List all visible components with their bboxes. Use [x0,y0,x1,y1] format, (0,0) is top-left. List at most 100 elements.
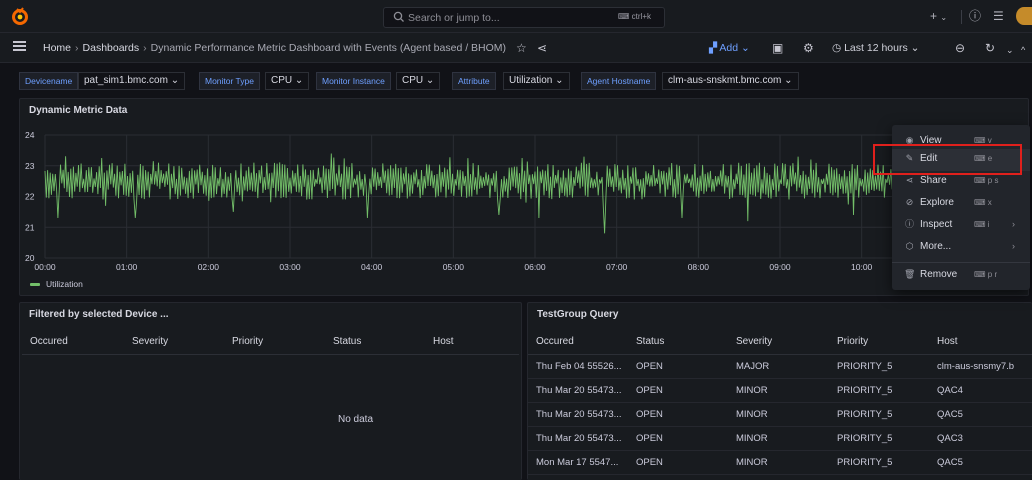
cell-occured: Thu Feb 04 55526... [528,354,628,379]
breadcrumb-dashboards[interactable]: Dashboards [83,42,140,54]
cell-status: OPEN [628,426,728,451]
column-header-occured[interactable]: Occured [528,330,628,355]
refresh-icon[interactable]: ↻ [985,41,995,55]
table-row[interactable]: Thu Mar 20 55473... OPEN MINOR PRIORITY_5 QA… [528,426,1032,451]
cell-severity: MINOR [728,450,829,475]
menu-item-label: Explore [920,197,954,208]
column-header-priority[interactable]: Priority [224,330,325,355]
cell-occured: Thu Mar 20 55473... [528,402,628,427]
menu-item-inspect[interactable]: ⓘ Inspect ⌨ i › [892,215,1030,237]
cell-priority: PRIORITY_5 [829,402,929,427]
var-select-agent-hostname[interactable]: clm-aus-snskmt.bmc.com ⌄ [662,72,799,90]
menu-divider [892,262,1030,263]
help-icon[interactable]: ⓘ [969,9,981,23]
keyboard-shortcut: ⌨ p r [974,270,998,279]
cell-host: QAC5 [929,450,1032,475]
cell-host: QAC4 [929,378,1032,403]
column-header-status[interactable]: Status [325,330,425,355]
x-tick-label: 08:00 [688,262,710,272]
zoom-out-icon[interactable]: ⊖ [955,41,965,55]
var-select-attribute[interactable]: Utilization ⌄ [503,72,570,90]
var-value-monitor-type: CPU [271,75,293,86]
share-icon: ⋖ [905,175,914,185]
x-tick-label: 01:00 [116,262,138,272]
trash-icon: 🗑 [904,269,916,279]
x-tick-label: 10:00 [851,262,873,272]
dashboard-nav-bar: Home › Dashboards › Dynamic Performance Metr… [0,33,1032,63]
table-row[interactable]: Thu Feb 04 55526... OPEN MAJOR PRIORITY_5 cl… [528,354,1032,379]
search-placeholder: Search or jump to... [408,12,500,24]
var-select-devicename[interactable]: pat_sim1.bmc.com ⌄ [78,72,186,90]
breadcrumb-home[interactable]: Home [43,42,71,54]
search-shortcut-text: ctrl+k [631,12,651,21]
menu-item-more[interactable]: ⬡ More... › [892,237,1030,259]
cell-host: clm-aus-snsmy7.b [929,354,1032,379]
column-header-host[interactable]: Host [425,330,519,355]
breadcrumb: Home › Dashboards › Dynamic Performance Metr… [43,42,506,54]
cell-severity: MINOR [728,378,829,403]
keyboard-shortcut: ⌨ x [974,198,992,207]
column-header-host[interactable]: Host [929,330,1032,355]
var-select-monitor-type[interactable]: CPU ⌄ [265,72,310,90]
no-data-message: No data [338,414,374,425]
add-button[interactable]: ▞ Add ⌄ [709,42,750,54]
plus-icon[interactable]: + ⌄ [930,9,947,25]
chart-legend[interactable]: Utilization [30,279,83,289]
var-value-attribute: Utilization [509,75,553,86]
table-row[interactable]: Mon Mar 17 5547... OPEN MINOR PRIORITY_5 QAC… [528,450,1032,475]
var-label-devicename: Devicename [19,72,79,90]
chevron-down-icon[interactable]: ⌄ [1006,43,1014,57]
search-input[interactable]: Search or jump to... ⌨ ctrl+k [383,7,665,28]
chevron-down-icon: ⌄ [940,13,948,22]
x-tick-label: 04:00 [361,262,383,272]
var-value-devicename: pat_sim1.bmc.com [84,75,168,86]
keyboard-shortcut: ⌨ p s [974,176,999,185]
menu-item-explore[interactable]: ⊘ Explore ⌨ x [892,193,1030,215]
chevron-up-icon[interactable]: ^ [1021,43,1025,57]
avatar[interactable] [1016,7,1032,25]
menu-icon[interactable] [13,41,26,51]
column-header-status[interactable]: Status [628,330,728,355]
table-header-row: Occured Status Severity Priority Host [528,330,1032,355]
save-icon[interactable]: ▣ [772,41,783,55]
add-button-label: Add [719,42,739,54]
cell-occured: Thu Mar 20 55473... [528,426,628,451]
star-icon[interactable]: ☆ [516,41,527,55]
chevron-right-icon: › [1012,241,1015,251]
x-tick-label: 03:00 [279,262,301,272]
share-icon[interactable]: ⋖ [537,41,547,55]
column-header-occured[interactable]: Occured [22,330,124,355]
var-select-monitor-instance[interactable]: CPU ⌄ [396,72,441,90]
legend-swatch [30,283,40,287]
cell-status: OPEN [628,354,728,379]
menu-item-remove[interactable]: 🗑 Remove ⌨ p r [892,265,1030,287]
table-row[interactable]: Thu Mar 20 55473... OPEN MINOR PRIORITY_5 QA… [528,402,1032,427]
time-range-label: Last 12 hours [844,42,908,54]
rss-icon[interactable]: ☰ [993,9,1004,23]
cube-icon: ⬡ [905,241,914,251]
menu-item-label: Inspect [920,219,953,230]
cell-occured: Mon Mar 17 5547... [528,450,628,475]
x-tick-label: 07:00 [606,262,628,272]
plus-label: + [930,9,938,23]
cell-occured: Thu Mar 20 55473... [528,378,628,403]
cell-severity: MINOR [728,402,829,427]
table-row[interactable]: Thu Mar 20 55473... OPEN MINOR PRIORITY_5 QA… [528,378,1032,403]
x-tick-label: 02:00 [198,262,220,272]
metric-chart[interactable]: 20 21 22 23 24 00:00 01:00 02:00 03:00 04:00 05:00… [20,99,1030,277]
cell-priority: PRIORITY_5 [829,426,929,451]
gear-icon[interactable]: ⚙ [803,41,814,55]
grafana-logo-icon[interactable] [11,7,29,25]
x-tick-label: 05:00 [443,262,465,272]
shortcut-text: p r [987,270,998,279]
x-tick-label: 00:00 [34,262,56,272]
cell-status: OPEN [628,450,728,475]
menu-item-label: Share [920,175,947,186]
column-header-severity[interactable]: Severity [124,330,224,355]
time-range-picker[interactable]: ◷ Last 12 hours ⌄ [832,42,919,54]
metric-panel: Dynamic Metric Data 20 21 22 23 24 00:00 01:00… [19,98,1029,296]
keyboard-shortcut: ⌨ i [974,220,990,229]
column-header-priority[interactable]: Priority [829,330,929,355]
column-header-severity[interactable]: Severity [728,330,829,355]
shortcut-text: p s [987,176,999,185]
